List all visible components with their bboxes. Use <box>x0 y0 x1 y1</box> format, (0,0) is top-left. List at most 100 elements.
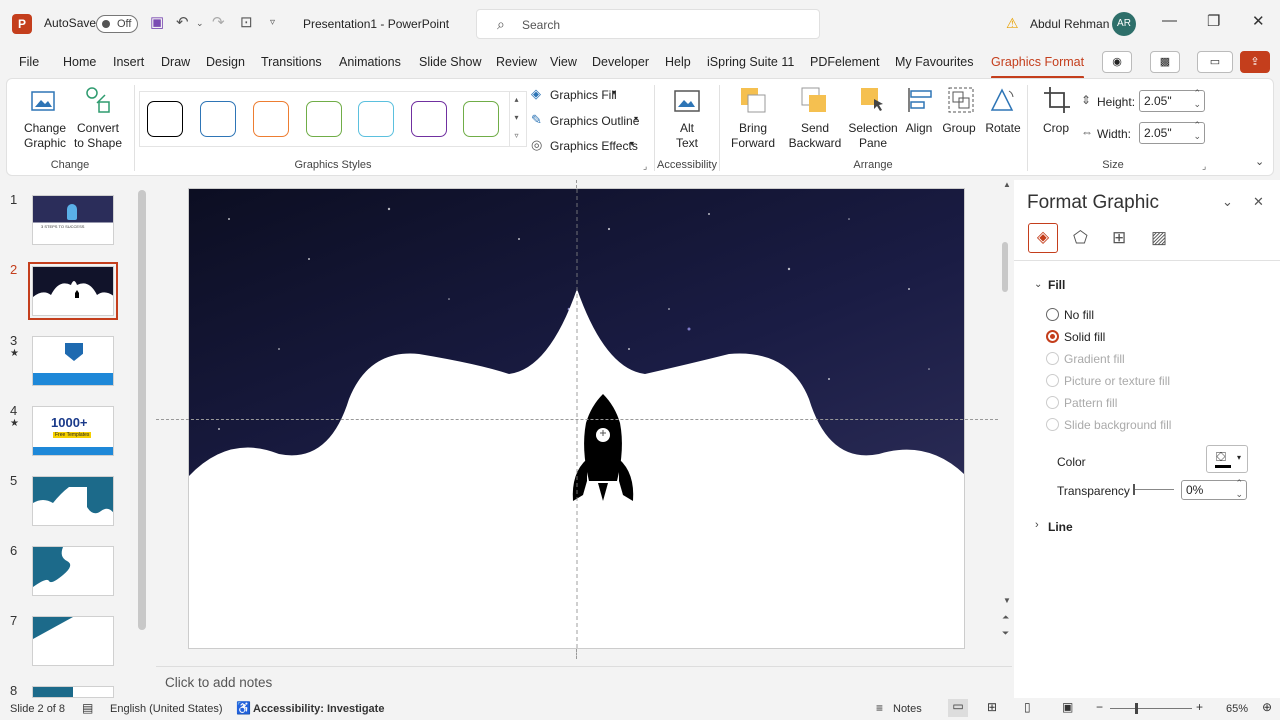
height-input[interactable]: 2.05" <box>1139 88 1205 112</box>
color-picker-button[interactable]: ⛋ ▾ <box>1206 445 1248 473</box>
selection-pane-button[interactable]: Selection Pane <box>847 121 899 151</box>
style-swatch-7[interactable] <box>463 101 499 137</box>
zoom-in-icon[interactable]: + <box>1196 700 1203 714</box>
avatar[interactable]: AR <box>1112 12 1136 36</box>
fill-collapse-chevron-icon[interactable]: ⌄ <box>1034 279 1042 290</box>
tab-my-favourites[interactable]: My Favourites <box>895 55 974 69</box>
notes-pane[interactable]: Click to add notes <box>156 666 1012 696</box>
zoom-slider[interactable] <box>1110 708 1192 709</box>
transparency-input[interactable]: 0% <box>1181 478 1247 500</box>
tab-file[interactable]: File <box>19 55 39 69</box>
tab-draw[interactable]: Draw <box>161 55 190 69</box>
slide-thumb-1[interactable]: 3 STEPS TO SUCCESS <box>32 195 114 245</box>
solid-fill-radio[interactable] <box>1046 330 1059 343</box>
bring-forward-button[interactable]: Bring Forward <box>723 121 783 151</box>
graphics-fill-dropdown-icon[interactable]: ▾ <box>612 88 616 97</box>
accessibility-icon[interactable]: ♿ <box>236 701 251 715</box>
picture-tab-icon[interactable]: ▨ <box>1151 228 1167 248</box>
thumb-scrollbar[interactable] <box>138 190 146 630</box>
gallery-scroll-buttons[interactable]: ▴ ▾ ▿ <box>509 91 523 147</box>
close-icon[interactable]: ✕ <box>1252 12 1265 30</box>
editor-scrollbar[interactable]: ▲ ▼ ⏶ ⏷ <box>1000 180 1012 650</box>
group-button[interactable]: Group <box>939 121 979 136</box>
undo-dropdown-icon[interactable]: ⌄ <box>196 18 204 29</box>
change-graphic-button[interactable]: Change Graphic <box>15 121 75 151</box>
no-fill-label[interactable]: No fill <box>1064 308 1094 322</box>
tab-slide-show[interactable]: Slide Show <box>419 55 482 69</box>
dialog-launcher-icon[interactable]: ⌟ <box>643 161 647 172</box>
tab-pdfelement[interactable]: PDFelement <box>810 55 879 69</box>
tab-transitions[interactable]: Transitions <box>261 55 322 69</box>
tab-graphics-format[interactable]: Graphics Format <box>991 55 1085 79</box>
redo-icon[interactable]: ↷ <box>212 13 225 31</box>
style-swatch-5[interactable] <box>358 101 394 137</box>
size-properties-tab-icon[interactable]: ⊞ <box>1112 228 1126 248</box>
fill-section-header[interactable]: Fill <box>1048 278 1065 292</box>
slide-thumb-3[interactable] <box>32 336 114 386</box>
search-box[interactable]: ⌕ Search <box>476 9 820 39</box>
autosave-toggle[interactable]: Off <box>96 15 138 33</box>
zoom-out-icon[interactable]: − <box>1096 700 1103 714</box>
graphics-effects-button[interactable]: Graphics Effects <box>550 139 638 153</box>
warning-icon[interactable]: ⚠ <box>1006 15 1019 32</box>
zoom-level[interactable]: 65% <box>1226 703 1248 715</box>
pane-options-chevron-icon[interactable]: ⌄ <box>1222 194 1233 210</box>
share-button[interactable]: ⇪ <box>1240 51 1270 73</box>
slide-sorter-icon[interactable]: ⊞ <box>987 700 997 714</box>
style-swatch-6[interactable] <box>411 101 447 137</box>
slide-thumb-8[interactable] <box>32 686 114 698</box>
send-backward-button[interactable]: Send Backward <box>783 121 847 151</box>
tab-help[interactable]: Help <box>665 55 691 69</box>
tab-developer[interactable]: Developer <box>592 55 649 69</box>
line-expand-chevron-icon[interactable]: › <box>1035 519 1039 531</box>
no-fill-radio[interactable] <box>1046 308 1059 321</box>
present-icon[interactable]: ⊡ <box>240 13 253 31</box>
convert-to-shape-button[interactable]: Convert to Shape <box>71 121 125 151</box>
rotate-button[interactable]: Rotate <box>982 121 1024 136</box>
align-button[interactable]: Align <box>901 121 937 136</box>
undo-icon[interactable]: ↶ <box>176 13 189 31</box>
style-swatch-3[interactable] <box>253 101 289 137</box>
transparency-slider-thumb[interactable] <box>1133 484 1135 495</box>
tab-ispring[interactable]: iSpring Suite 11 <box>707 55 794 69</box>
reading-view-icon[interactable]: ▯ <box>1024 700 1031 714</box>
customize-qat-icon[interactable]: ▿ <box>270 17 275 28</box>
graphics-effects-dropdown-icon[interactable]: ▾ <box>630 139 634 148</box>
tab-animations[interactable]: Animations <box>339 55 401 69</box>
normal-view-icon[interactable]: ▭ <box>948 699 968 717</box>
style-swatch-4[interactable] <box>306 101 342 137</box>
style-swatch-1[interactable] <box>147 101 183 137</box>
pane-close-icon[interactable]: ✕ <box>1253 194 1264 210</box>
user-name[interactable]: Abdul Rehman <box>1030 17 1109 31</box>
language[interactable]: English (United States) <box>110 703 223 715</box>
graphics-fill-button[interactable]: Graphics Fill <box>550 88 617 102</box>
notes-icon[interactable]: ▤ <box>82 701 93 715</box>
crop-button[interactable]: Crop <box>1037 121 1075 136</box>
collapse-ribbon-icon[interactable]: ⌄ <box>1255 155 1264 168</box>
transparency-slider[interactable] <box>1134 489 1174 490</box>
slide-show-icon[interactable]: ▣ <box>1062 700 1073 714</box>
accessibility-status[interactable]: Accessibility: Investigate <box>253 703 384 715</box>
notes-toggle-icon[interactable]: ≡ <box>876 701 883 715</box>
fit-to-window-icon[interactable]: ⊕ <box>1262 700 1272 714</box>
line-section-header[interactable]: Line <box>1048 520 1073 534</box>
width-input[interactable]: 2.05" <box>1139 120 1205 144</box>
tab-review[interactable]: Review <box>496 55 537 69</box>
alt-text-button[interactable]: Alt Text <box>669 121 705 151</box>
slide-thumb-4[interactable]: 1000+ Free Templates <box>32 406 114 456</box>
notes-button[interactable]: Notes <box>893 703 922 715</box>
solid-fill-label[interactable]: Solid fill <box>1064 330 1105 344</box>
tab-view[interactable]: View <box>550 55 577 69</box>
style-swatch-2[interactable] <box>200 101 236 137</box>
zoom-slider-thumb[interactable] <box>1135 703 1138 714</box>
tab-design[interactable]: Design <box>206 55 245 69</box>
comments-button[interactable]: ▭ <box>1197 51 1233 73</box>
effects-tab-icon[interactable]: ⬠ <box>1073 228 1088 248</box>
tab-insert[interactable]: Insert <box>113 55 144 69</box>
slide-thumb-7[interactable] <box>32 616 114 666</box>
save-icon[interactable]: ▣ <box>150 13 164 31</box>
record-button[interactable]: ◉ <box>1102 51 1132 73</box>
tab-home[interactable]: Home <box>63 55 96 69</box>
graphics-outline-dropdown-icon[interactable]: ▾ <box>634 114 638 123</box>
minimize-icon[interactable]: — <box>1162 12 1177 29</box>
